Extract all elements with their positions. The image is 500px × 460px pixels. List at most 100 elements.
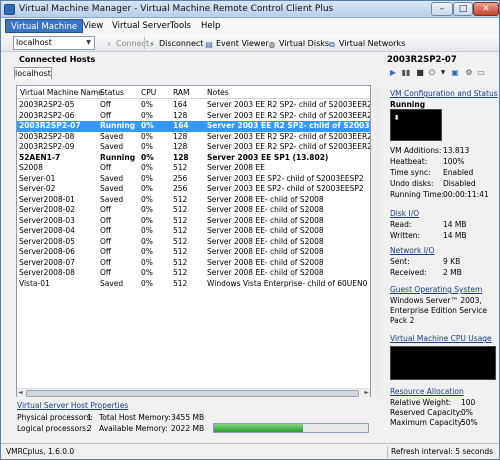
- disconnect-button[interactable]: ⚡ Disconnect: [147, 37, 203, 50]
- app-window: Virtual Machine Manager - Virtual Machin…: [0, 0, 500, 460]
- cell-status: Off: [100, 100, 112, 109]
- event-viewer-button[interactable]: ▤ Event Viewer: [204, 37, 268, 50]
- cpu-usage-header: Virtual Machine CPU Usage: [390, 334, 492, 343]
- cell-ram: 128: [173, 142, 188, 151]
- cell-notes: Windows Vista Enterprise- child of 60UEN…: [207, 278, 368, 288]
- memory-usage-bar: [213, 423, 369, 433]
- play-icon[interactable]: ▶: [388, 67, 398, 78]
- table-row[interactable]: Server2008-03 Off 0% 512 Server 2008 EE- chi…: [17, 216, 370, 227]
- table-row[interactable]: S2008 Off 0% 512 Server 2008 EE: [17, 163, 370, 174]
- maximize-button[interactable]: □: [453, 2, 473, 16]
- menu-tools[interactable]: Tools: [165, 19, 196, 33]
- console-icon[interactable]: ▭: [476, 67, 486, 78]
- cell-cpu: 0%: [141, 152, 154, 162]
- stop-icon[interactable]: ■: [415, 67, 425, 78]
- version-text: VMRCplus, 1.6.0.0: [6, 447, 75, 456]
- cell-notes: Server 2008 EE- child of S2008: [207, 194, 324, 204]
- table-row[interactable]: 2003R2SP2-09 Saved 0% 128 Server 2003 EE R2 …: [17, 142, 370, 153]
- connect-button[interactable]: ⚡ Connect: [104, 37, 149, 50]
- table-row[interactable]: Server2008-07 Off 0% 512 Server 2008 EE- chi…: [17, 258, 370, 269]
- cell-name: 2003R2SP2-09: [19, 142, 75, 151]
- cell-name: Server-02: [19, 184, 56, 193]
- column-header-name[interactable]: Virtual Machine Name: [20, 88, 103, 97]
- disconnect-label: Disconnect: [159, 39, 204, 48]
- cell-name: 2003R2SP2-07: [19, 121, 81, 130]
- cell-notes: Server 2003 EE R2 SP2- child of S2003EER…: [207, 131, 371, 141]
- cell-notes: Server 2003 EE SP2- child of S2003EESP2: [207, 184, 364, 193]
- minimize-button[interactable]: –: [431, 2, 453, 16]
- table-row[interactable]: Server2008-08 Off 0% 512 Server 2008 EE- chi…: [17, 268, 370, 279]
- app-icon: [4, 4, 15, 15]
- cell-name: 2003R2SP2-06: [19, 110, 75, 120]
- menu-help[interactable]: Help: [196, 19, 225, 33]
- hscroll-thumb[interactable]: [26, 390, 359, 397]
- table-row[interactable]: 2003R2SP2-08 Saved 0% 128 Server 2003 EE R2 …: [17, 132, 370, 143]
- vm-list-vscroll[interactable]: [372, 85, 380, 397]
- table-row[interactable]: 2003R2SP2-07 Running 0% 164 Server 2003 EE R…: [17, 121, 370, 132]
- cell-ram: 512: [173, 194, 188, 204]
- close-button[interactable]: ✕: [473, 2, 499, 16]
- cell-status: Saved: [100, 278, 124, 288]
- table-row[interactable]: 2003R2SP2-05 Off 0% 164 Server 2003 EE R2 SP…: [17, 100, 370, 111]
- vm-screen-thumbnail[interactable]: ▮: [390, 109, 442, 141]
- scroll-right-icon[interactable]: ►: [364, 389, 369, 396]
- vm-additions-value: 13.813: [443, 146, 470, 155]
- window-title: Virtual Machine Manager - Virtual Machin…: [19, 4, 334, 14]
- cell-ram: 512: [173, 257, 188, 267]
- table-row[interactable]: Server-01 Saved 0% 256 Server 2003 EE SP2- c…: [17, 174, 370, 185]
- disk-written-value: 14 MB: [443, 231, 467, 240]
- table-row[interactable]: Server2008-01 Saved 0% 512 Server 2008 EE- c…: [17, 195, 370, 206]
- net-received-label: Received:: [390, 268, 427, 277]
- virtual-networks-button[interactable]: ⧉ Virtual Networks: [327, 37, 405, 50]
- scroll-left-icon[interactable]: ◄: [18, 389, 23, 396]
- menu-virtual-machine[interactable]: Virtual Machine: [5, 19, 84, 33]
- disk-written-label: Written:: [390, 231, 421, 240]
- virtual-disks-button[interactable]: ◍ Virtual Disks: [267, 37, 330, 50]
- cell-status: Saved: [100, 194, 124, 204]
- pause-icon[interactable]: ▮▮: [401, 67, 411, 78]
- table-row[interactable]: Server2008-02 Off 0% 512 Server 2008 EE- chi…: [17, 205, 370, 216]
- settings-icon[interactable]: ⚙: [464, 67, 474, 78]
- logical-processors-label: Logical processors:: [17, 424, 89, 433]
- column-header-status[interactable]: Status: [100, 88, 124, 97]
- cell-cpu: 0%: [141, 257, 153, 267]
- chevron-down-icon[interactable]: ▼: [84, 38, 93, 48]
- cell-status: Off: [100, 226, 112, 235]
- table-row[interactable]: Server2008-05 Off 0% 512 Server 2008 EE- chi…: [17, 237, 370, 248]
- power-icon[interactable]: ⏻: [427, 67, 437, 78]
- cell-cpu: 0%: [141, 121, 154, 130]
- network-io-header: Network I/O: [390, 246, 435, 255]
- cell-cpu: 0%: [141, 110, 153, 120]
- vm-list-hscroll[interactable]: ◄ ►: [17, 388, 370, 397]
- menu-view[interactable]: View: [78, 19, 108, 33]
- table-row[interactable]: Server-02 Saved 0% 256 Server 2003 EE SP2- c…: [17, 184, 370, 195]
- column-header-cpu[interactable]: CPU: [141, 88, 156, 97]
- chevron-down-icon[interactable]: ▼: [438, 67, 448, 78]
- tab-localhost[interactable]: localhost: [14, 67, 52, 79]
- column-header-notes[interactable]: Notes: [207, 88, 229, 97]
- cell-ram: 512: [173, 236, 188, 246]
- cell-status: Running: [100, 121, 136, 130]
- cell-status: Off: [100, 247, 112, 256]
- cell-ram: 164: [173, 100, 188, 109]
- remote-control-icon[interactable]: ▣: [450, 67, 460, 78]
- cell-notes: Server 2003 EE SP2- child of S2003EESP2: [207, 173, 364, 183]
- cell-notes: Server 2008 EE- child of S2008: [207, 236, 324, 246]
- table-row[interactable]: Server2008-04 Off 0% 512 Server 2008 EE- chi…: [17, 226, 370, 237]
- host-select[interactable]: localhost ▼: [13, 36, 95, 50]
- column-header-ram[interactable]: RAM: [173, 88, 190, 97]
- table-row[interactable]: 2003R2SP2-06 Off 0% 128 Server 2003 EE R2 SP…: [17, 111, 370, 122]
- connected-hosts-header: Connected Hosts: [19, 55, 96, 64]
- virtual-networks-icon: ⧉: [329, 40, 335, 49]
- table-row[interactable]: 52AEN1-7 Running 0% 128 Server 2003 EE SP1 (…: [17, 153, 370, 164]
- host-properties-header: Virtual Server Host Properties: [17, 401, 129, 410]
- cell-notes: Server 2008 EE- child of S2008: [207, 247, 324, 256]
- virtual-networks-label: Virtual Networks: [339, 39, 406, 48]
- cell-cpu: 0%: [141, 205, 153, 214]
- disk-read-label: Read:: [390, 220, 412, 229]
- title-bar: Virtual Machine Manager - Virtual Machin…: [1, 1, 499, 18]
- maximum-capacity-label: Maximum Capacity:: [390, 418, 465, 427]
- table-row[interactable]: Server2008-06 Off 0% 512 Server 2008 EE- chi…: [17, 247, 370, 258]
- table-row[interactable]: Vista-01 Saved 0% 512 Windows Vista Enterpri…: [17, 279, 370, 290]
- heartbeat-label: Heatbeat:: [390, 157, 428, 166]
